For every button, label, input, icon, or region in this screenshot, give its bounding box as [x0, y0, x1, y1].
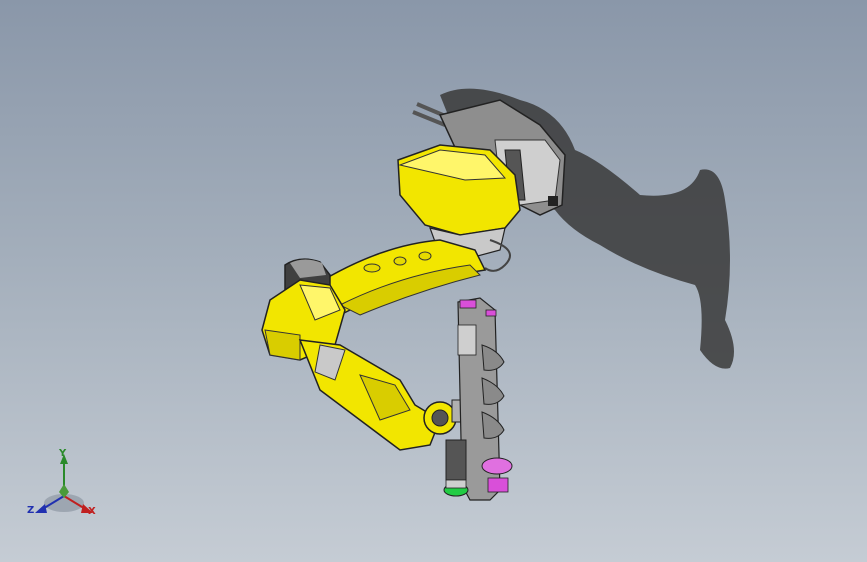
view-triad[interactable]: Y X Z	[25, 448, 105, 523]
robot-forearm	[298, 339, 441, 451]
end-effector-gripper	[443, 297, 513, 501]
z-axis-label: Z	[27, 505, 35, 516]
x-axis-label: X	[88, 506, 96, 517]
y-axis-label: Y	[59, 448, 67, 459]
cad-viewport[interactable]: Y X Z	[0, 0, 867, 562]
robot-j1-housing	[397, 144, 521, 259]
robot-arm-model[interactable]	[0, 0, 867, 562]
z-axis-arrow	[35, 504, 47, 513]
